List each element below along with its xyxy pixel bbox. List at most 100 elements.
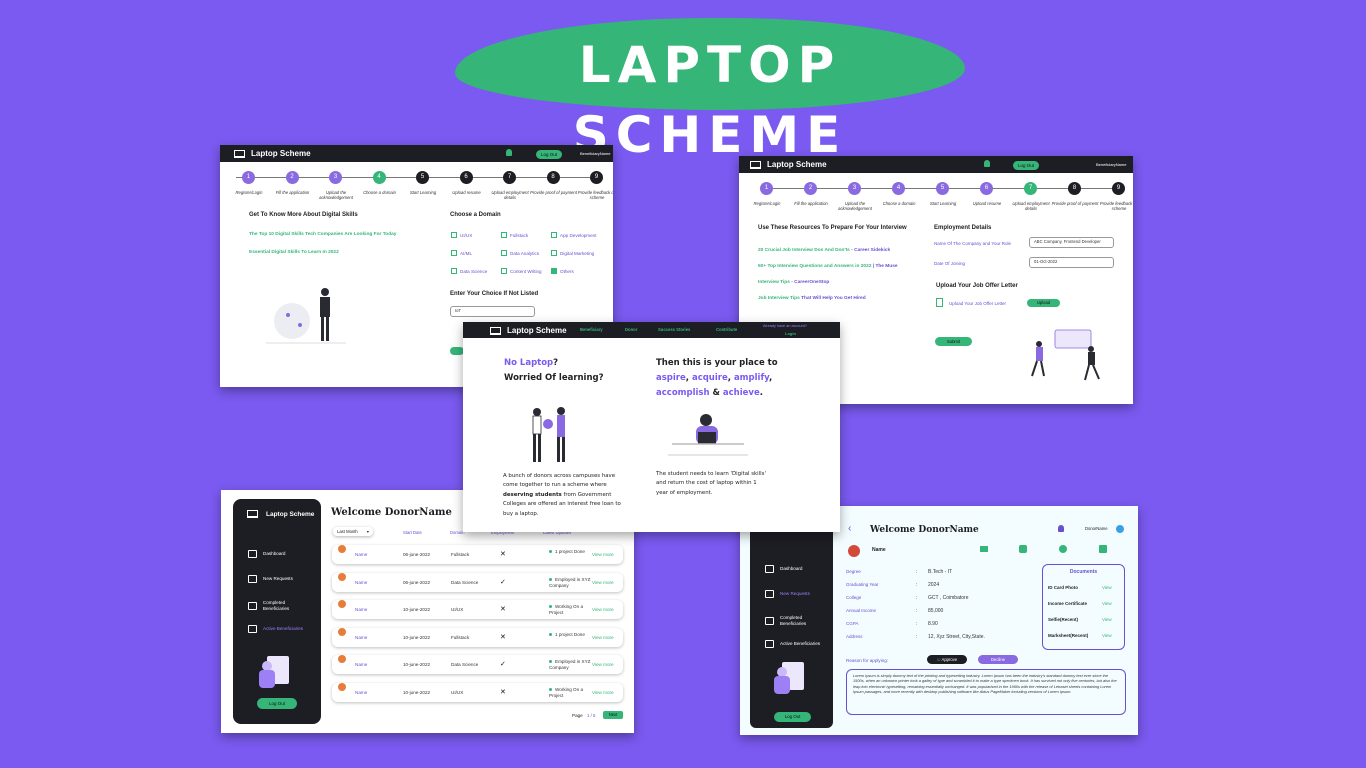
github-icon[interactable] xyxy=(1059,545,1067,553)
logout-button[interactable]: Log Out xyxy=(1013,161,1040,170)
approve-button[interactable]: ☑ Approve xyxy=(927,655,967,664)
back-arrow-icon[interactable]: ‹ xyxy=(848,523,851,534)
domain-checkbox-9[interactable]: Others xyxy=(551,268,574,274)
table-row[interactable]: Name 06-june-2022 Fullstack ✕ 1 project Done… xyxy=(332,545,623,564)
table-row[interactable]: Name 10-june-2022 UI/UX ✕ Working On a Proje… xyxy=(332,600,623,619)
logout-button[interactable]: Log Out xyxy=(257,698,297,709)
company-input[interactable]: ABC Company, Frontend Developer xyxy=(1029,237,1114,248)
bell-icon[interactable] xyxy=(506,149,512,156)
brand[interactable]: Laptop Scheme xyxy=(490,326,567,335)
domain-checkbox-3[interactable]: App Development xyxy=(551,232,597,238)
bell-icon[interactable] xyxy=(1058,525,1064,532)
article-link-2[interactable]: Essential Digital Skills To Learn In 202… xyxy=(249,250,339,255)
cell-name[interactable]: Name xyxy=(355,545,367,564)
step-2[interactable]: 2 xyxy=(804,182,817,195)
choice-input[interactable]: IoT xyxy=(450,306,535,317)
step-6[interactable]: 6 xyxy=(980,182,993,195)
user-name[interactable]: BeneficiaryName xyxy=(1096,162,1126,167)
step-9[interactable]: 9 xyxy=(1112,182,1125,195)
view-document-link[interactable]: View xyxy=(1102,617,1112,622)
step-7[interactable]: 7 xyxy=(503,171,516,184)
step-2[interactable]: 2 xyxy=(285,171,299,184)
domain-checkbox-5[interactable]: Data Analytics xyxy=(501,250,539,256)
sidebar-item-4[interactable]: Active Beneficiaries xyxy=(248,625,312,633)
nav-link-4[interactable]: Contribute xyxy=(716,327,737,332)
cell-name[interactable]: Name xyxy=(355,573,367,592)
brand[interactable]: Laptop Scheme xyxy=(750,160,827,169)
step-6[interactable]: 6 xyxy=(459,171,473,184)
domain-checkbox-4[interactable]: AI/ML xyxy=(451,250,472,256)
step-5[interactable]: 5 xyxy=(936,182,949,195)
resource-link-3[interactable]: Interview Tips - CareerOneStop xyxy=(758,280,829,285)
domain-checkbox-6[interactable]: Digital Marketing xyxy=(551,250,594,256)
next-button[interactable] xyxy=(450,347,464,355)
user-name[interactable]: DonorName xyxy=(1085,526,1108,531)
upload-button[interactable]: Upload xyxy=(1027,299,1060,307)
view-document-link[interactable]: View xyxy=(1102,585,1112,590)
table-row[interactable]: Name 10-june-2022 UI/UX ✕ Working On a Proje… xyxy=(332,682,623,702)
logout-button[interactable]: Log Out xyxy=(774,712,811,722)
sidebar-item-2[interactable]: New Requests xyxy=(248,575,312,583)
sidebar-item-label: Active Beneficiaries xyxy=(263,626,304,632)
step-9[interactable]: 9 xyxy=(590,171,603,184)
submit-button[interactable]: Submit xyxy=(935,337,972,346)
domain-checkbox-7[interactable]: Data Science xyxy=(451,268,487,274)
bell-icon[interactable] xyxy=(984,160,990,167)
mail-icon[interactable] xyxy=(980,546,988,552)
step-7[interactable]: 7 xyxy=(1024,182,1037,195)
table-row[interactable]: Name 06-june-2022 Data Science ✓ Employed in… xyxy=(332,572,623,592)
next-page-button[interactable]: Next xyxy=(603,711,623,719)
logout-button[interactable]: Log Out xyxy=(536,150,563,159)
step-3[interactable]: 3 xyxy=(329,171,342,184)
domain-checkbox-8[interactable]: Content Writing xyxy=(501,268,542,274)
login-link[interactable]: Login xyxy=(785,331,796,336)
cell-name[interactable]: Name xyxy=(355,683,367,702)
doj-input[interactable]: 01-Oct-2022 xyxy=(1029,257,1114,268)
brand[interactable]: Laptop Scheme xyxy=(234,149,311,158)
sidebar-item-1[interactable]: Dashboard xyxy=(248,550,312,558)
sidebar-item-2[interactable]: New Requests xyxy=(765,590,829,598)
cell-name[interactable]: Name xyxy=(355,655,367,674)
cell-action[interactable]: View more xyxy=(592,655,614,674)
user-name[interactable]: BeneficiaryName xyxy=(580,151,610,156)
step-4[interactable]: 4 xyxy=(892,182,905,195)
phone-icon[interactable] xyxy=(1019,545,1027,553)
step-1[interactable]: 1 xyxy=(242,171,255,184)
cell-action[interactable]: View more xyxy=(592,573,614,592)
nav-link-2[interactable]: Donor xyxy=(625,327,637,332)
linkedin-icon[interactable] xyxy=(1099,545,1107,553)
avatar[interactable] xyxy=(1116,525,1124,533)
resource-link-2[interactable]: 50+ Top Interview Questions and Answers … xyxy=(758,264,898,269)
cell-action[interactable]: View more xyxy=(592,683,614,702)
resource-link-1[interactable]: 20 Crucial Job Interview Dos And Don'ts … xyxy=(758,248,890,253)
domain-checkbox-2[interactable]: Fullstack xyxy=(501,232,528,238)
period-filter[interactable]: Last Month ▾ xyxy=(333,527,373,536)
step-5[interactable]: 5 xyxy=(416,171,429,184)
cell-action[interactable]: View more xyxy=(592,545,614,564)
decline-button[interactable]: Decline xyxy=(978,655,1018,664)
step-1[interactable]: 1 xyxy=(760,182,773,195)
cell-action[interactable]: View more xyxy=(592,600,614,619)
domain-checkbox-1[interactable]: UI/UX xyxy=(451,232,472,238)
cell-name[interactable]: Name xyxy=(355,628,367,647)
resource-link-4[interactable]: Job Interview Tips That Will Help You Ge… xyxy=(758,296,866,301)
sidebar-item-3[interactable]: Completed Beneficiaries xyxy=(248,600,312,611)
nav-link-1[interactable]: Beneficiary xyxy=(580,327,603,332)
step-8[interactable]: 8 xyxy=(1068,182,1081,195)
step-4[interactable]: 4 xyxy=(372,171,386,184)
sidebar-item-3[interactable]: Completed Beneficiaries xyxy=(765,615,829,626)
step-8[interactable]: 8 xyxy=(546,171,560,184)
article-link-1[interactable]: The Top 10 Digital Skills Tech Companies… xyxy=(249,232,396,237)
documents-panel: Documents ID Card Photo View Income Certif… xyxy=(1042,564,1125,650)
brand[interactable]: Laptop Scheme xyxy=(247,510,314,518)
sidebar-item-4[interactable]: Active Beneficiaries xyxy=(765,640,829,648)
nav-link-3[interactable]: Success Stories xyxy=(658,327,690,332)
table-row[interactable]: Name 10-june-2022 Data Science ✓ Employed in… xyxy=(332,655,623,674)
cell-name[interactable]: Name xyxy=(355,600,367,619)
step-3[interactable]: 3 xyxy=(848,182,861,195)
cell-action[interactable]: View more xyxy=(592,628,614,647)
view-document-link[interactable]: View xyxy=(1102,601,1112,606)
table-row[interactable]: Name 10-june-2022 Fullstack ✕ 1 project Done… xyxy=(332,627,623,647)
view-document-link[interactable]: View xyxy=(1102,633,1112,638)
sidebar-item-1[interactable]: Dashboard xyxy=(765,565,829,573)
